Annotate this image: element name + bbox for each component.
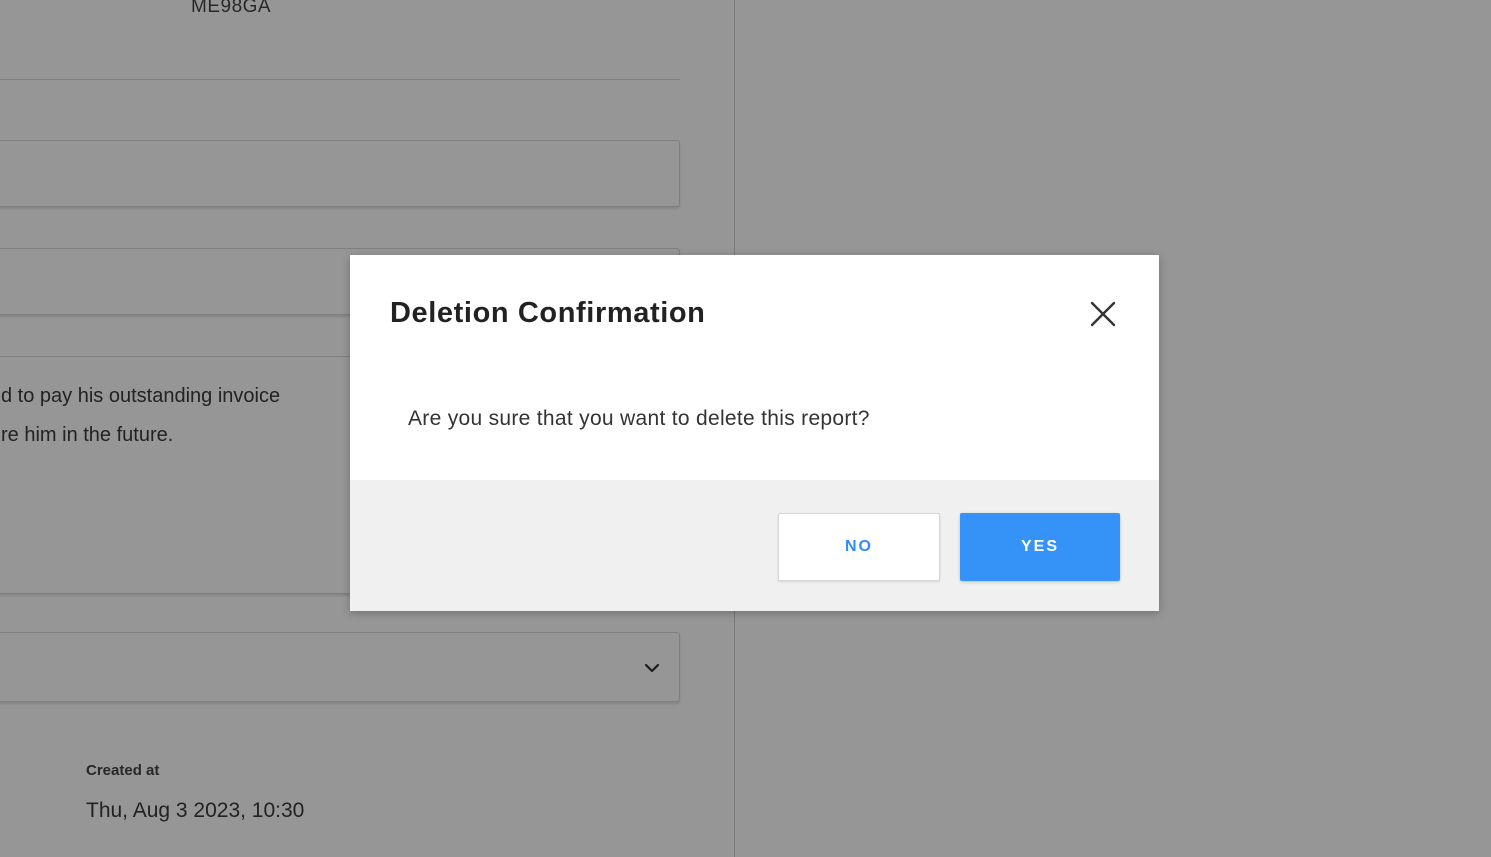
dialog-message: Are you sure that you want to delete thi…: [408, 407, 870, 430]
no-button[interactable]: NO: [778, 513, 940, 581]
yes-button[interactable]: YES: [960, 513, 1120, 581]
dialog-footer: NO YES: [350, 480, 1159, 611]
deletion-confirmation-dialog: Deletion Confirmation Are you sure that …: [350, 255, 1159, 611]
close-icon: [1090, 301, 1116, 327]
dialog-title: Deletion Confirmation: [390, 297, 706, 329]
close-button[interactable]: [1088, 299, 1118, 329]
